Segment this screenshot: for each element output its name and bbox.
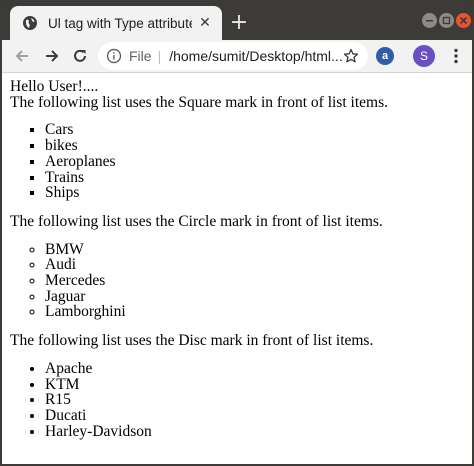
back-button[interactable]: [10, 44, 34, 68]
maximize-icon: [442, 16, 451, 25]
list-item: bikes: [45, 138, 464, 154]
profile-avatar[interactable]: S: [413, 45, 435, 67]
list-item: Harley-Davidson: [45, 423, 464, 440]
address-scheme-label: File: [129, 48, 152, 64]
bookmark-star-icon[interactable]: [342, 47, 360, 65]
list-item: Lamborghini: [45, 304, 464, 320]
extension-icon[interactable]: a: [376, 47, 394, 65]
minimize-button[interactable]: [422, 13, 437, 28]
close-window-button[interactable]: [456, 13, 471, 28]
menu-button[interactable]: [446, 46, 466, 66]
browser-tab[interactable]: Ul tag with Type attribute ✕: [10, 6, 222, 40]
list-item: BMW: [45, 241, 464, 258]
tab-title: Ul tag with Type attribute: [48, 15, 192, 31]
browser-window: Ul tag with Type attribute ✕ + File | /h…: [2, 2, 472, 464]
star-icon: [343, 48, 359, 63]
kebab-menu-icon: [454, 48, 458, 64]
maximize-button[interactable]: [439, 13, 454, 28]
close-tab-icon[interactable]: ✕: [196, 14, 214, 32]
list-item: Mercedes: [45, 273, 464, 289]
forward-button[interactable]: [40, 44, 64, 68]
browser-toolbar: File | /home/sumit/Desktop/html... a S: [2, 40, 472, 73]
list-item: Apache: [45, 361, 464, 377]
address-separator: |: [157, 48, 162, 64]
reload-icon: [74, 49, 86, 62]
info-icon[interactable]: [106, 48, 122, 64]
list-item: Jaguar: [45, 289, 464, 305]
list-item: Audi: [45, 257, 464, 273]
address-bar[interactable]: File | /home/sumit/Desktop/html...: [98, 42, 368, 70]
close-icon: [459, 16, 468, 25]
globe-icon: [23, 16, 37, 30]
address-url[interactable]: /home/sumit/Desktop/html...: [169, 48, 342, 64]
list-item: Cars: [45, 122, 464, 138]
new-tab-button[interactable]: +: [228, 12, 250, 34]
square-list-intro: The following list uses the Square mark …: [10, 93, 388, 111]
list-item: Trains: [45, 169, 464, 186]
greeting-text: Hello User!....: [10, 78, 99, 95]
minimize-icon: [426, 20, 433, 22]
list-item: Ducati: [45, 408, 464, 424]
disc-list-intro: The following list uses the Disc mark in…: [10, 332, 374, 350]
disc-list: Apache KTM R15 Ducati Harley-Davidson: [10, 361, 464, 440]
square-list: Cars bikes Aeroplanes Trains Ships: [10, 122, 464, 201]
list-item: R15: [45, 392, 464, 408]
list-item: Aeroplanes: [45, 154, 464, 170]
reload-button[interactable]: [68, 44, 92, 68]
arrow-right-icon: [46, 50, 59, 62]
circle-list: BMW Audi Mercedes Jaguar Lamborghini: [10, 241, 464, 321]
title-bar: Ul tag with Type attribute ✕ +: [2, 2, 472, 40]
page-content: Hello User!.... The following list uses …: [2, 73, 472, 464]
arrow-left-icon: [15, 50, 28, 62]
circle-list-intro: The following list uses the Circle mark …: [10, 212, 383, 230]
list-item: KTM: [45, 376, 464, 393]
list-item: Ships: [45, 185, 464, 201]
